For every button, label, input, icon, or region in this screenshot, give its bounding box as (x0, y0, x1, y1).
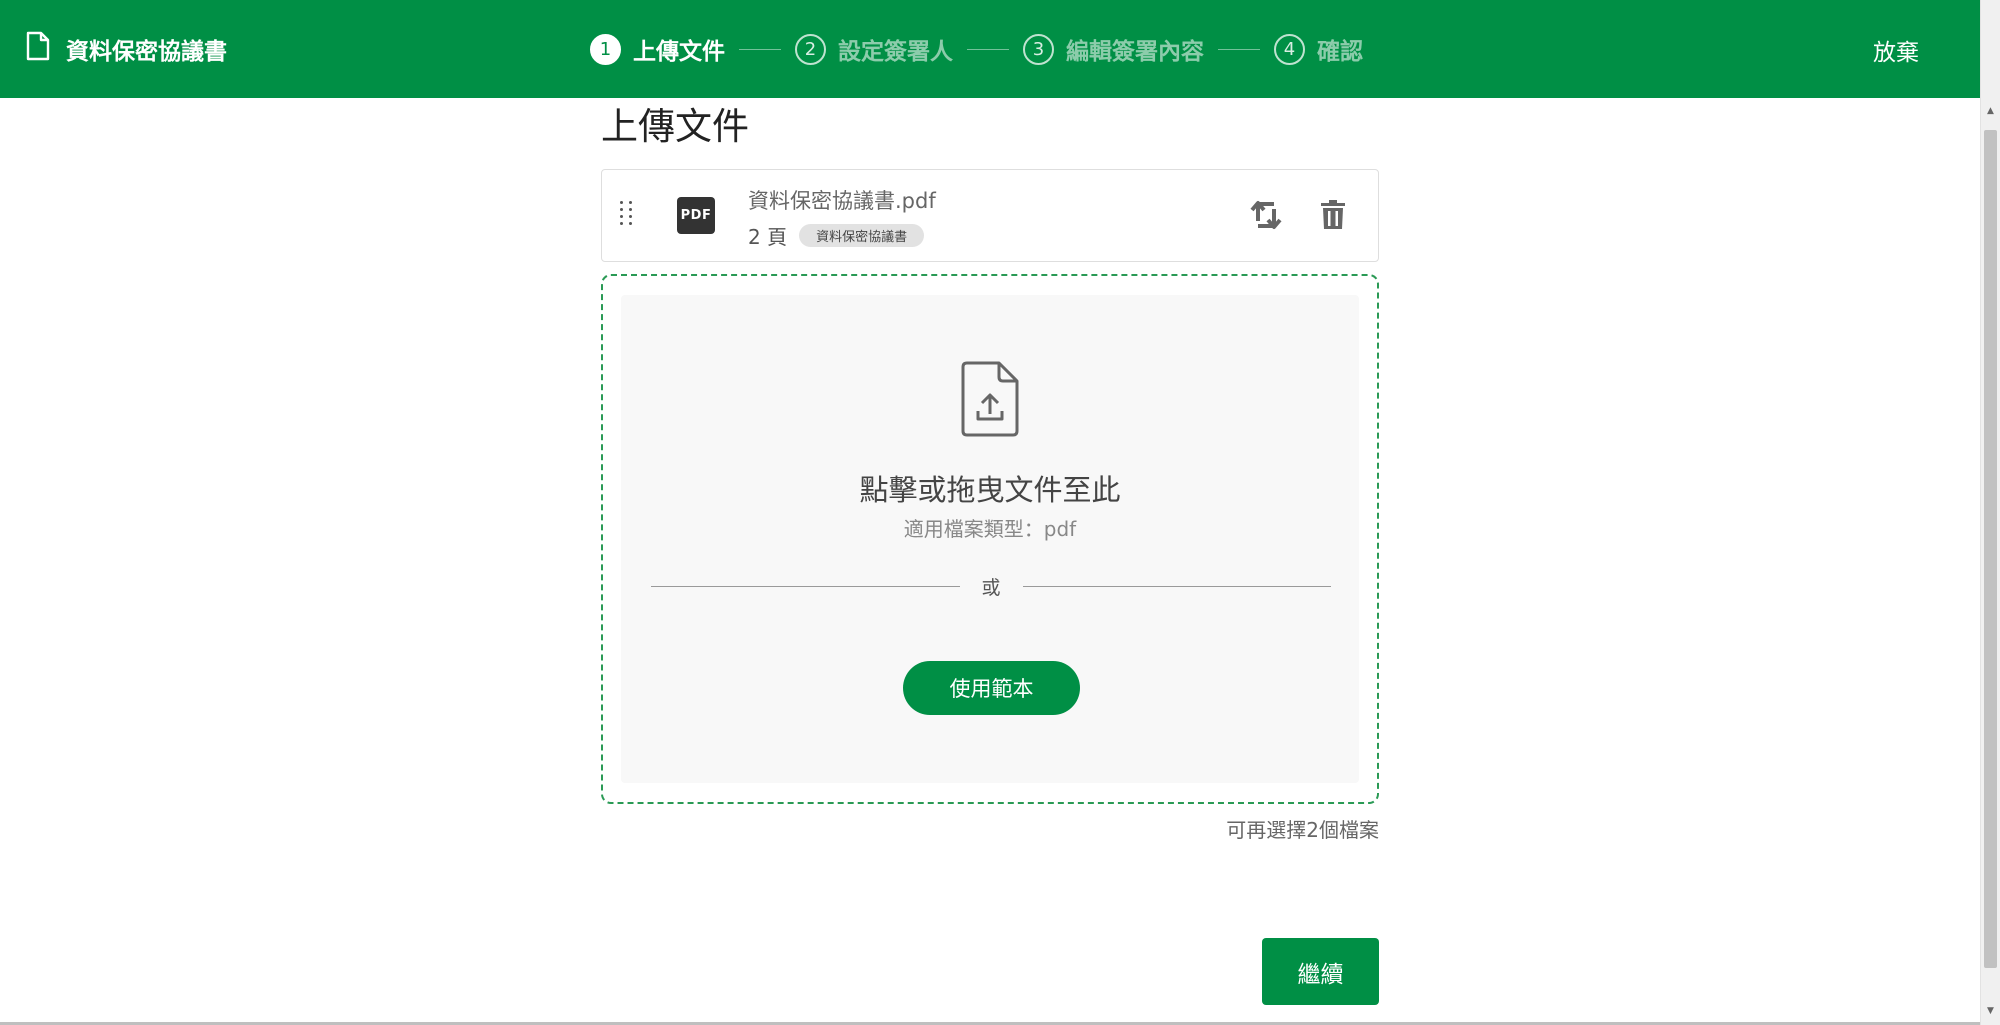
divider-line (1022, 585, 1332, 587)
step-label: 上傳文件 (633, 39, 725, 65)
step-connector (967, 48, 1009, 50)
file-name: 資料保密協議書.pdf (748, 189, 936, 213)
step-connector (1218, 48, 1260, 50)
continue-button[interactable]: 繼續 (1262, 938, 1379, 1005)
replace-file-button[interactable] (1246, 195, 1286, 235)
step-number: 4 (1274, 33, 1305, 65)
dropzone-title: 點擊或拖曳文件至此 (859, 473, 1121, 507)
step-number: 3 (1023, 33, 1054, 65)
step-confirm[interactable]: 4 確認 (1274, 32, 1363, 66)
page-count: 2 頁 (748, 225, 788, 249)
scrollbar-thumb[interactable] (1984, 130, 1997, 968)
step-upload[interactable]: 1 上傳文件 (590, 32, 725, 66)
stepper: 1 上傳文件 2 設定簽署人 3 編輯簽署內容 4 確認 (590, 31, 1363, 67)
step-number: 2 (795, 33, 826, 65)
trash-icon (1321, 200, 1345, 229)
pdf-icon: PDF (677, 197, 715, 234)
step-label: 編輯簽署內容 (1066, 39, 1204, 65)
remaining-files-text: 可再選擇2個檔案 (1226, 818, 1379, 842)
step-edit-content[interactable]: 3 編輯簽署內容 (1023, 32, 1204, 66)
vertical-scrollbar[interactable]: ▲ ▼ (1980, 0, 2000, 1025)
or-divider: 或 (651, 574, 1332, 599)
step-label: 確認 (1317, 39, 1363, 65)
file-upload-icon (961, 361, 1019, 437)
document-title: 資料保密協議書 (66, 39, 227, 65)
dropzone-border: 點擊或拖曳文件至此 適用檔案類型：pdf 或 使用範本 (601, 274, 1379, 804)
drag-handle-icon[interactable] (620, 201, 634, 231)
or-label: 或 (981, 576, 1001, 599)
dropzone-file-types: 適用檔案類型：pdf (903, 517, 1077, 541)
document-tag: 資料保密協議書 (799, 224, 925, 247)
step-number: 1 (590, 33, 621, 65)
step-signers[interactable]: 2 設定簽署人 (795, 32, 953, 66)
abandon-button[interactable]: 放棄 (1873, 33, 1919, 67)
file-meta: 2 頁 資料保密協議書 (748, 221, 925, 250)
file-dropzone[interactable]: 點擊或拖曳文件至此 適用檔案類型：pdf 或 使用範本 (621, 295, 1359, 783)
document-icon (26, 31, 50, 67)
step-label: 設定簽署人 (838, 39, 953, 65)
scroll-down-arrow-icon[interactable]: ▼ (1981, 1002, 2000, 1020)
step-connector (739, 48, 781, 50)
page-title: 上傳文件 (601, 105, 749, 148)
document-title-area: 資料保密協議書 (26, 31, 227, 67)
delete-file-button[interactable] (1313, 195, 1353, 235)
top-header: 資料保密協議書 1 上傳文件 2 設定簽署人 3 編輯簽署內容 4 確認 放棄 (0, 0, 1980, 98)
uploaded-file-card: PDF 資料保密協議書.pdf 2 頁 資料保密協議書 (601, 169, 1379, 262)
use-template-button[interactable]: 使用範本 (903, 661, 1080, 715)
divider-line (651, 585, 960, 587)
scroll-up-arrow-icon[interactable]: ▲ (1981, 102, 2000, 120)
replace-icon (1250, 201, 1282, 229)
